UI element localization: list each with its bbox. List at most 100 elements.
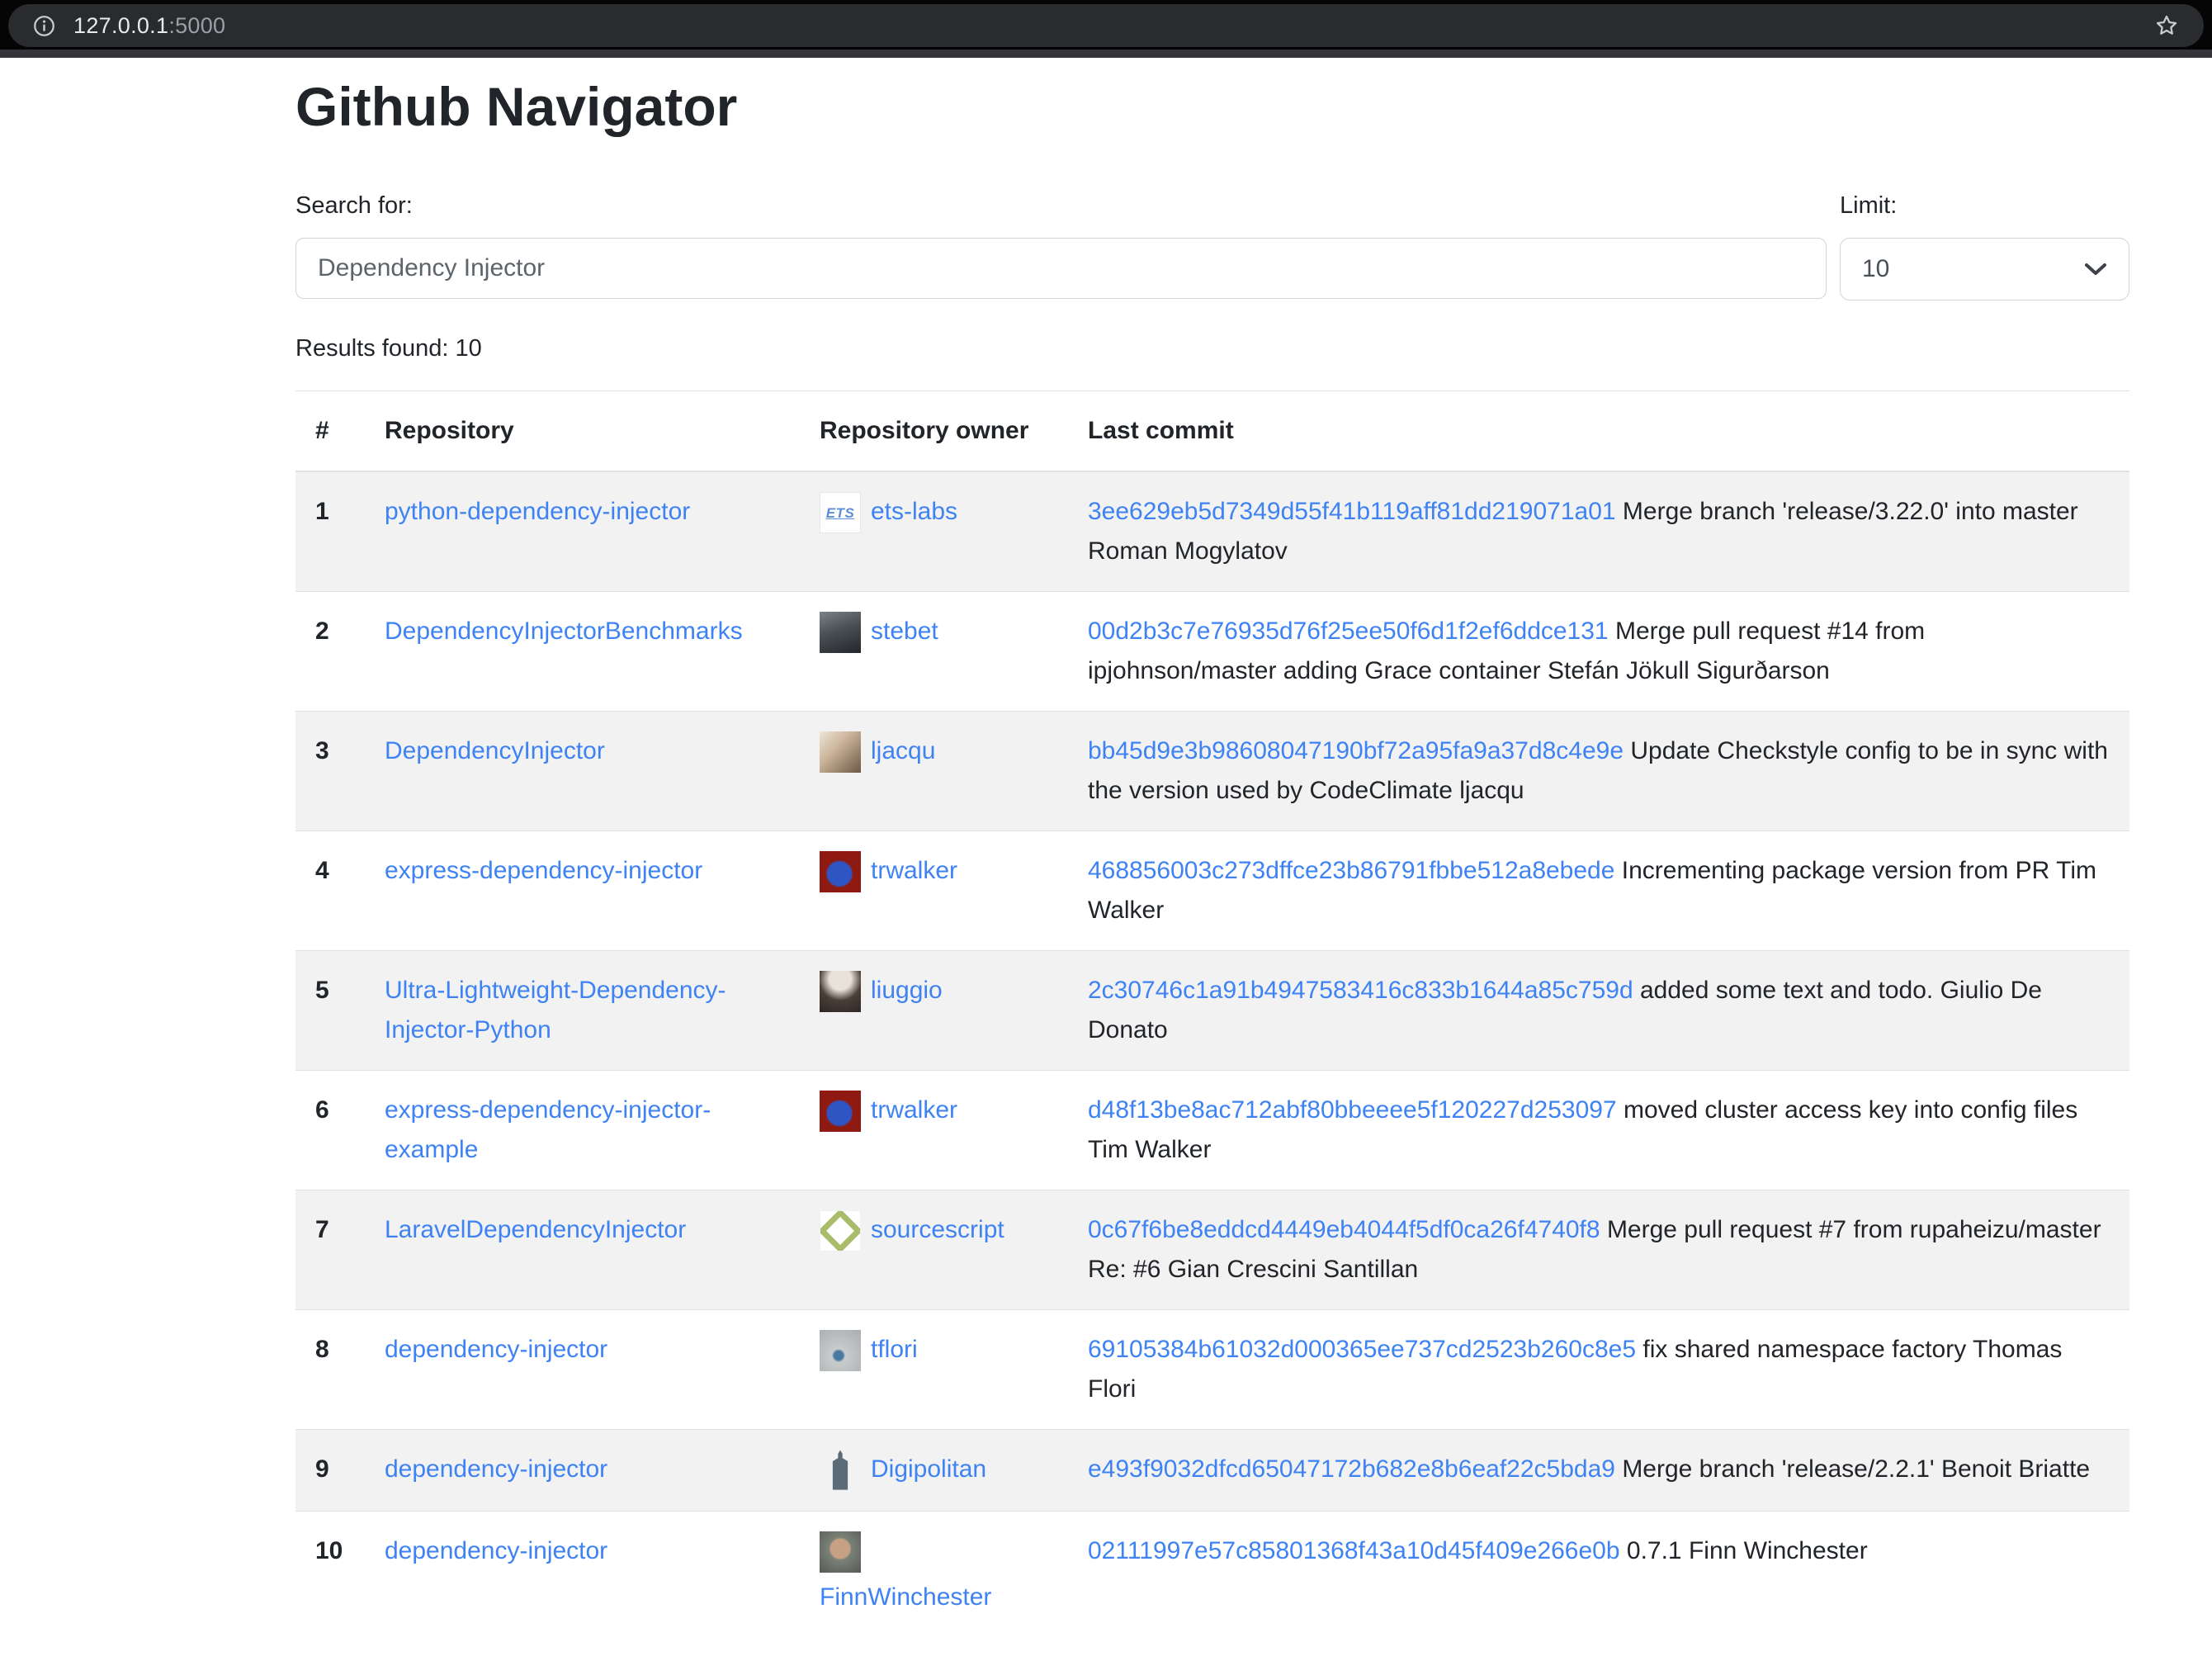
header-number: #: [295, 390, 365, 471]
commit-hash-link[interactable]: 0c67f6be8eddcd4449eb4044f5df0ca26f4740f8: [1088, 1216, 1600, 1243]
table-row: 7 LaravelDependencyInjector sourcescript…: [295, 1190, 2129, 1309]
commit-cell: 02111997e57c85801368f43a10d45f409e266e0b…: [1068, 1511, 2129, 1637]
owner-cell: stebet: [800, 591, 1068, 711]
ets-labs-logo-avatar: ETS: [820, 492, 861, 533]
repo-link[interactable]: dependency-injector: [385, 1455, 607, 1483]
table-row: 6 express-dependency-injector-example tr…: [295, 1070, 2129, 1190]
owner-cell: FinnWinchester: [800, 1511, 1068, 1637]
repo-link[interactable]: dependency-injector: [385, 1537, 607, 1564]
commit-hash-link[interactable]: 69105384b61032d000365ee737cd2523b260c8e5: [1088, 1336, 1636, 1363]
owner-link[interactable]: FinnWinchester: [820, 1538, 1048, 1617]
limit-label: Limit:: [1840, 192, 2129, 220]
results-table: # Repository Repository owner Last commi…: [295, 390, 2129, 1637]
digipolitan-building-logo-avatar: [820, 1450, 861, 1491]
repo-link[interactable]: dependency-injector: [385, 1336, 607, 1363]
commit-hash-link[interactable]: 2c30746c1a91b4947583416c833b1644a85c759d: [1088, 977, 1633, 1004]
commit-hash-link[interactable]: 00d2b3c7e76935d76f25ee50f6d1f2ef6ddce131: [1088, 618, 1609, 645]
star-bookmark-icon[interactable]: [2154, 13, 2179, 38]
owner-cell: tflori: [800, 1309, 1068, 1429]
owner-link[interactable]: stebet: [820, 618, 938, 645]
tflori-eye-photo-avatar: [820, 1330, 861, 1371]
row-number: 5: [295, 950, 365, 1070]
commit-cell: 00d2b3c7e76935d76f25ee50f6d1f2ef6ddce131…: [1068, 591, 2129, 711]
search-input[interactable]: [295, 238, 1827, 299]
sourcescript-diamond-logo-avatar: [820, 1210, 861, 1252]
table-row: 8 dependency-injector tflori 69105384b61…: [295, 1309, 2129, 1429]
commit-hash-link[interactable]: 02111997e57c85801368f43a10d45f409e266e0b: [1088, 1537, 1620, 1564]
repo-link[interactable]: express-dependency-injector: [385, 857, 702, 884]
commit-message: Merge branch 'release/2.2.1' Benoit Bria…: [1622, 1455, 2090, 1483]
url-text[interactable]: 127.0.0.1:5000: [73, 13, 225, 39]
repo-link[interactable]: python-dependency-injector: [385, 498, 690, 525]
table-row: 2 DependencyInjectorBenchmarks stebet 00…: [295, 591, 2129, 711]
owner-link[interactable]: ljacqu: [820, 737, 935, 764]
repo-link[interactable]: LaravelDependencyInjector: [385, 1216, 686, 1243]
owner-link[interactable]: sourcescript: [820, 1216, 1004, 1243]
commit-hash-link[interactable]: 3ee629eb5d7349d55f41b119aff81dd219071a01: [1088, 498, 1616, 525]
diamond-logo-shape: [820, 1210, 861, 1252]
info-icon[interactable]: [33, 15, 55, 37]
header-last-commit: Last commit: [1068, 390, 2129, 471]
table-row: 3 DependencyInjector ljacqu bb45d9e3b986…: [295, 711, 2129, 830]
repo-link[interactable]: express-dependency-injector-example: [385, 1096, 711, 1163]
owner-name: sourcescript: [871, 1216, 1004, 1243]
owner-link[interactable]: liuggio: [820, 977, 943, 1004]
ljacqu-photo-avatar: [820, 731, 861, 773]
repo-cell: dependency-injector: [365, 1511, 800, 1637]
row-number: 2: [295, 591, 365, 711]
owner-name: ljacqu: [871, 737, 935, 764]
owner-cell: ljacqu: [800, 711, 1068, 830]
commit-cell: bb45d9e3b98608047190bf72a95fa9a37d8c4e9e…: [1068, 711, 2129, 830]
avatar-logo-text: ETS: [820, 502, 860, 524]
commit-hash-link[interactable]: 468856003c273dffce23b86791fbbe512a8ebede: [1088, 857, 1614, 884]
row-number: 10: [295, 1511, 365, 1637]
building-logo-shape: [825, 1450, 856, 1490]
browser-chrome-strip: [0, 50, 2212, 58]
commit-hash-link[interactable]: e493f9032dfcd65047172b682e8b6eaf22c5bda9: [1088, 1455, 1615, 1483]
owner-cell: liuggio: [800, 950, 1068, 1070]
header-repository: Repository: [365, 390, 800, 471]
browser-chrome: 127.0.0.1:5000: [0, 0, 2212, 50]
commit-hash-link[interactable]: bb45d9e3b98608047190bf72a95fa9a37d8c4e9e: [1088, 737, 1624, 764]
row-number: 3: [295, 711, 365, 830]
commit-cell: 2c30746c1a91b4947583416c833b1644a85c759d…: [1068, 950, 2129, 1070]
trwalker-lego-avatar: [820, 1091, 861, 1132]
table-body: 1 python-dependency-injector ETSets-labs…: [295, 471, 2129, 1637]
url-port: :5000: [168, 13, 225, 38]
repo-link[interactable]: Ultra-Lightweight-Dependency-Injector-Py…: [385, 977, 726, 1043]
owner-name: trwalker: [871, 857, 957, 884]
repo-link[interactable]: DependencyInjector: [385, 737, 605, 764]
commit-hash-link[interactable]: d48f13be8ac712abf80bbeeee5f120227d253097: [1088, 1096, 1617, 1124]
row-number: 8: [295, 1309, 365, 1429]
owner-link[interactable]: Digipolitan: [820, 1455, 986, 1483]
row-number: 7: [295, 1190, 365, 1309]
owner-cell: Digipolitan: [800, 1429, 1068, 1511]
row-number: 9: [295, 1429, 365, 1511]
limit-select[interactable]: 10: [1840, 238, 2129, 300]
repo-cell: dependency-injector: [365, 1429, 800, 1511]
owner-link[interactable]: trwalker: [820, 1096, 957, 1124]
repo-link[interactable]: DependencyInjectorBenchmarks: [385, 618, 743, 645]
table-row: 1 python-dependency-injector ETSets-labs…: [295, 471, 2129, 592]
table-head: # Repository Repository owner Last commi…: [295, 390, 2129, 471]
owner-link[interactable]: tflori: [820, 1336, 918, 1363]
commit-cell: 69105384b61032d000365ee737cd2523b260c8e5…: [1068, 1309, 2129, 1429]
owner-link[interactable]: ETS ets-labs: [820, 498, 957, 525]
browser-address-bar[interactable]: 127.0.0.1:5000: [8, 4, 2204, 47]
commit-cell: 3ee629eb5d7349d55f41b119aff81dd219071a01…: [1068, 471, 2129, 592]
owner-name: ets-labs: [871, 498, 957, 525]
commit-cell: e493f9032dfcd65047172b682e8b6eaf22c5bda9…: [1068, 1429, 2129, 1511]
owner-link[interactable]: trwalker: [820, 857, 957, 884]
trwalker-lego-avatar: [820, 851, 861, 892]
table-row: 10 dependency-injector FinnWinchester 02…: [295, 1511, 2129, 1637]
url-host: 127.0.0.1: [73, 13, 168, 38]
repo-cell: python-dependency-injector: [365, 471, 800, 592]
owner-cell: trwalker: [800, 1070, 1068, 1190]
repo-cell: Ultra-Lightweight-Dependency-Injector-Py…: [365, 950, 800, 1070]
commit-cell: 468856003c273dffce23b86791fbbe512a8ebede…: [1068, 830, 2129, 950]
owner-cell: sourcescript: [800, 1190, 1068, 1309]
commit-cell: 0c67f6be8eddcd4449eb4044f5df0ca26f4740f8…: [1068, 1190, 2129, 1309]
finnwinchester-photo-avatar: [820, 1531, 861, 1573]
commit-message: 0.7.1 Finn Winchester: [1627, 1537, 1868, 1564]
repo-cell: LaravelDependencyInjector: [365, 1190, 800, 1309]
